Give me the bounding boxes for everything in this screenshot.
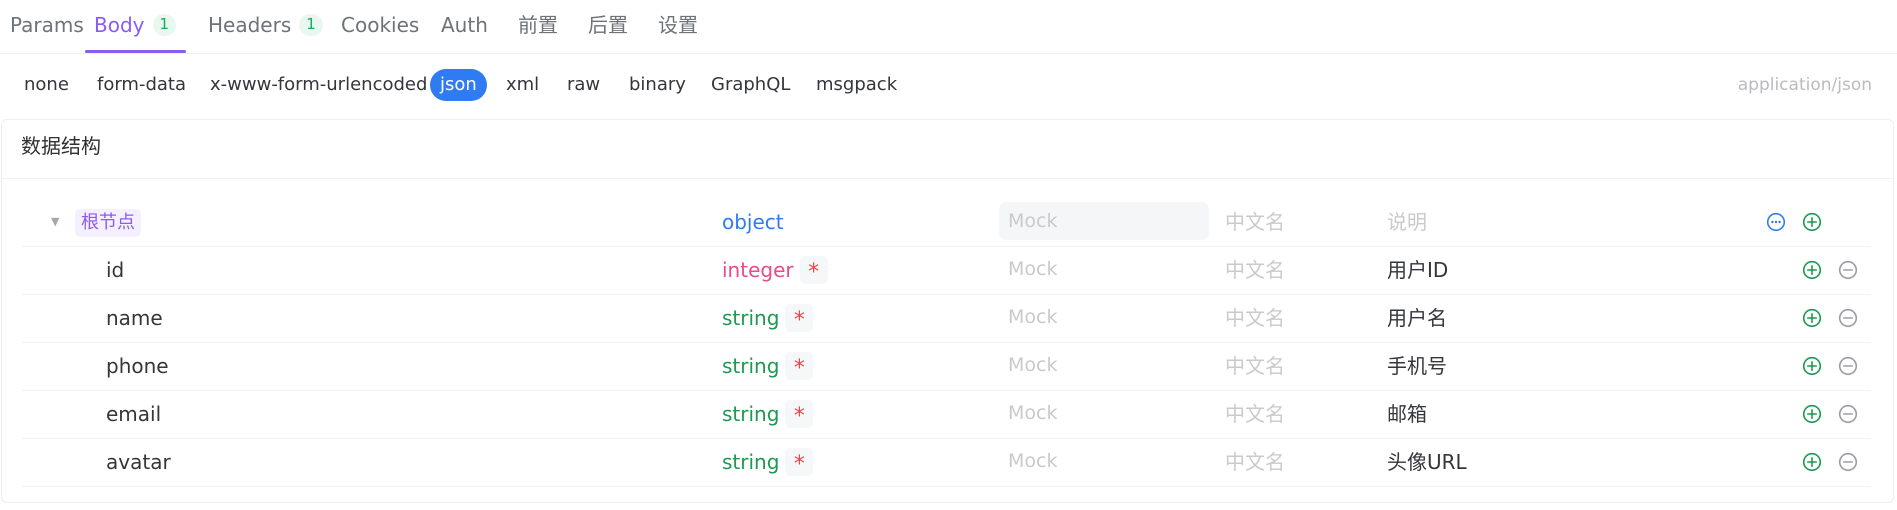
tab-label: 前置 — [518, 13, 558, 37]
field-name[interactable]: phone — [106, 342, 169, 390]
content-type-label: application/json — [1737, 75, 1872, 95]
plus-circle-icon[interactable] — [1802, 404, 1822, 424]
type-label: string — [722, 354, 780, 378]
schema-panel: 数据结构 ▼ 根节点 object Mock 中文名 说明 id integer… — [1, 119, 1894, 503]
mock-input[interactable]: Mock — [999, 202, 1209, 240]
tab-count-badge: 1 — [299, 13, 323, 36]
minus-circle-icon[interactable] — [1838, 404, 1858, 424]
field-name[interactable]: email — [106, 390, 161, 438]
required-toggle[interactable]: * — [785, 303, 814, 333]
type-label: string — [722, 306, 780, 330]
field-name[interactable]: avatar — [106, 438, 171, 486]
mock-input[interactable]: Mock — [999, 394, 1209, 432]
tab-cookies[interactable]: Cookies — [341, 0, 419, 52]
tab-body[interactable]: Body 1 — [85, 0, 187, 53]
field-name[interactable]: name — [106, 294, 163, 342]
plus-circle-icon[interactable] — [1802, 452, 1822, 472]
body-type-json[interactable]: json — [430, 69, 487, 101]
description-input[interactable]: 用户ID — [1387, 246, 1448, 294]
minus-circle-icon[interactable] — [1838, 260, 1858, 280]
type-selector[interactable]: string * — [722, 390, 814, 438]
body-type-selector: none form-data x-www-form-urlencoded jso… — [0, 53, 1897, 119]
mock-input[interactable]: Mock — [999, 250, 1209, 288]
chinese-name-input[interactable]: 中文名 — [1225, 438, 1285, 486]
type-label: integer — [722, 258, 794, 282]
panel-title: 数据结构 — [21, 134, 101, 158]
field-name[interactable]: id — [106, 246, 124, 294]
tab-label: 设置 — [658, 13, 698, 37]
request-tabs: Params Body 1 Headers 1 Cookies Auth 前置 后置… — [0, 0, 1897, 54]
schema-field-row: phone string * Mock 中文名 手机号 — [21, 342, 1871, 391]
body-type-msgpack[interactable]: msgpack — [806, 69, 907, 101]
description-input[interactable]: 头像URL — [1387, 438, 1467, 486]
root-node-tag[interactable]: 根节点 — [75, 209, 141, 237]
schema-field-row: name string * Mock 中文名 用户名 — [21, 294, 1871, 343]
tab-settings[interactable]: 设置 — [658, 0, 698, 52]
type-selector[interactable]: object — [722, 198, 784, 246]
schema-field-row: avatar string * Mock 中文名 头像URL — [21, 438, 1871, 487]
schema-field-row: email string * Mock 中文名 邮箱 — [21, 390, 1871, 439]
plus-circle-icon[interactable] — [1802, 260, 1822, 280]
required-toggle[interactable]: * — [785, 399, 814, 429]
minus-circle-icon[interactable] — [1838, 356, 1858, 376]
tab-pre-processors[interactable]: 前置 — [518, 0, 558, 52]
tab-label: 后置 — [588, 13, 628, 37]
tab-post-processors[interactable]: 后置 — [588, 0, 628, 52]
type-label: string — [722, 450, 780, 474]
body-type-none[interactable]: none — [14, 69, 79, 101]
description-input[interactable]: 用户名 — [1387, 294, 1447, 342]
chinese-name-input[interactable]: 中文名 — [1225, 294, 1285, 342]
description-input[interactable]: 手机号 — [1387, 342, 1447, 390]
type-selector[interactable]: string * — [722, 438, 814, 486]
required-toggle[interactable]: * — [785, 447, 814, 477]
tab-label: Auth — [441, 13, 488, 37]
type-label: string — [722, 402, 780, 426]
plus-circle-icon[interactable] — [1802, 308, 1822, 328]
tab-label: Cookies — [341, 13, 420, 37]
required-toggle[interactable]: * — [799, 255, 828, 285]
chinese-name-input[interactable]: 中文名 — [1225, 198, 1285, 246]
type-selector[interactable]: string * — [722, 342, 814, 390]
plus-circle-icon[interactable] — [1802, 356, 1822, 376]
minus-circle-icon[interactable] — [1838, 452, 1858, 472]
caret-down-icon[interactable]: ▼ — [51, 198, 59, 246]
required-toggle[interactable]: * — [785, 351, 814, 381]
tab-auth[interactable]: Auth — [441, 0, 488, 52]
body-type-raw[interactable]: raw — [557, 69, 610, 101]
chinese-name-input[interactable]: 中文名 — [1225, 342, 1285, 390]
body-type-form-data[interactable]: form-data — [87, 69, 196, 101]
schema-root-row: ▼ 根节点 object Mock 中文名 说明 — [21, 198, 1871, 247]
tab-headers[interactable]: Headers 1 — [208, 0, 323, 52]
body-type-graphql[interactable]: GraphQL — [701, 69, 800, 101]
tab-label: Body — [94, 13, 145, 37]
tab-label: Params — [10, 13, 84, 37]
chinese-name-input[interactable]: 中文名 — [1225, 390, 1285, 438]
schema-field-row: id integer * Mock 中文名 用户ID — [21, 246, 1871, 295]
body-type-xml[interactable]: xml — [496, 69, 549, 101]
body-type-urlencoded[interactable]: x-www-form-urlencoded — [200, 69, 437, 101]
chinese-name-input[interactable]: 中文名 — [1225, 246, 1285, 294]
more-circle-icon[interactable] — [1766, 212, 1786, 232]
mock-input[interactable]: Mock — [999, 442, 1209, 480]
type-selector[interactable]: string * — [722, 294, 814, 342]
plus-circle-icon[interactable] — [1802, 212, 1822, 232]
description-input[interactable]: 邮箱 — [1387, 390, 1427, 438]
tab-params[interactable]: Params — [10, 0, 84, 52]
minus-circle-icon[interactable] — [1838, 308, 1858, 328]
tab-count-badge: 1 — [152, 13, 177, 36]
divider — [2, 178, 1893, 179]
body-type-binary[interactable]: binary — [619, 69, 696, 101]
type-selector[interactable]: integer * — [722, 246, 828, 294]
mock-input[interactable]: Mock — [999, 298, 1209, 336]
tab-label: Headers — [208, 13, 292, 37]
description-input[interactable]: 说明 — [1387, 198, 1427, 246]
mock-input[interactable]: Mock — [999, 346, 1209, 384]
